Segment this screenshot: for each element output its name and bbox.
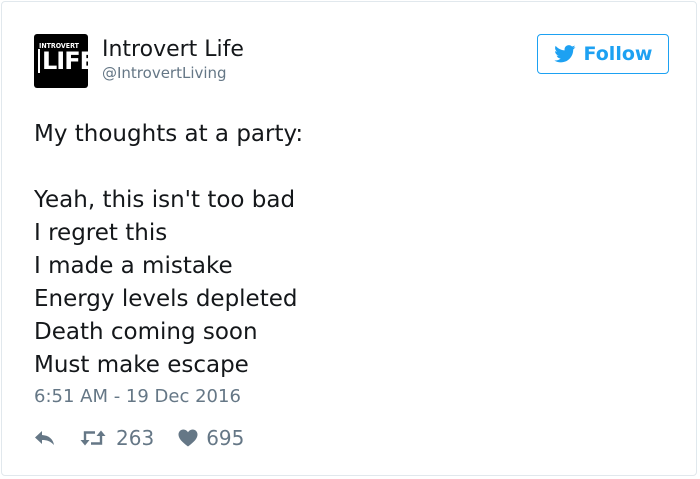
user-handle[interactable]: @IntrovertLiving [102,64,227,82]
retweet-icon [80,430,106,446]
like-button[interactable]: 695 [178,426,244,450]
retweet-count: 263 [116,426,155,450]
avatar[interactable]: INTROVERT LIFE [34,34,96,88]
tweet-line: Yeah, this isn't too bad [34,187,296,213]
reply-arrow-icon [35,431,54,445]
heart-icon [178,429,198,447]
twitter-bird-icon [553,45,575,63]
reply-button[interactable] [34,430,56,446]
display-name[interactable]: Introvert Life [102,36,244,64]
tweet-actions: 263 695 [34,423,244,453]
tweet-line: Must make escape [34,352,249,378]
tweet-line: My thoughts at a party: [34,121,304,147]
tweet-card: INTROVERT LIFE Introvert Life @Introvert… [1,1,697,476]
tweet-line: Energy levels depleted [34,286,298,312]
like-count: 695 [206,426,245,450]
tweet-line: Death coming soon [34,319,258,345]
tweet-line: I regret this [34,220,168,246]
tweet-timestamp[interactable]: 6:51 AM - 19 Dec 2016 [34,385,241,409]
avatar-text-big: LIFE [38,49,96,73]
retweet-button[interactable]: 263 [80,426,154,450]
tweet-line: I made a mistake [34,253,233,279]
tweet-line [34,151,674,184]
tweet-text: My thoughts at a party: Yeah, this isn't… [34,118,674,382]
follow-button-label: Follow [583,43,653,65]
follow-button[interactable]: Follow [537,34,669,74]
